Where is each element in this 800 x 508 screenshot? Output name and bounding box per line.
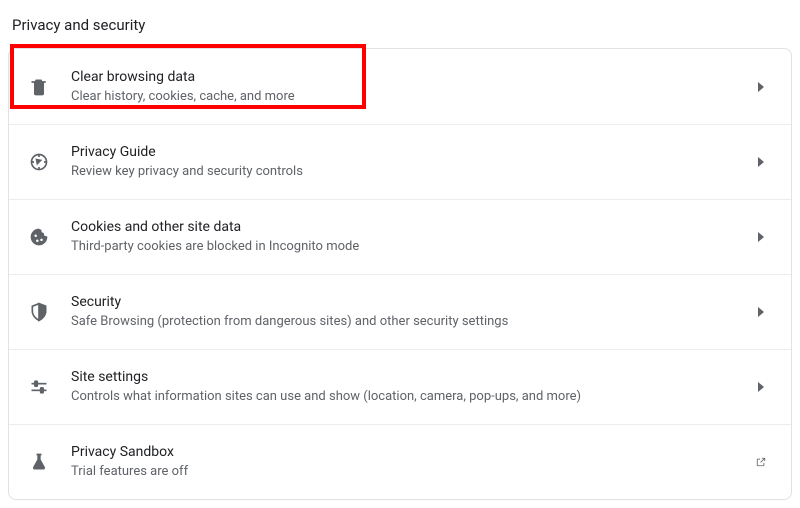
open-external-icon: [749, 457, 773, 467]
chevron-right-icon: [749, 382, 773, 392]
trash-icon: [27, 75, 51, 99]
chevron-right-icon: [749, 82, 773, 92]
row-text: Site settings Controls what information …: [71, 368, 749, 406]
row-text: Privacy Guide Review key privacy and sec…: [71, 143, 749, 181]
row-text: Cookies and other site data Third-party …: [71, 218, 749, 256]
row-subtitle: Trial features are off: [71, 463, 749, 481]
row-subtitle: Third-party cookies are blocked in Incog…: [71, 238, 749, 256]
row-title: Cookies and other site data: [71, 218, 749, 236]
row-clear-browsing-data[interactable]: Clear browsing data Clear history, cooki…: [9, 49, 791, 124]
cookie-icon: [27, 225, 51, 249]
shield-icon: [27, 300, 51, 324]
chevron-right-icon: [749, 232, 773, 242]
row-title: Site settings: [71, 368, 749, 386]
flask-icon: [27, 450, 51, 474]
row-site-settings[interactable]: Site settings Controls what information …: [9, 349, 791, 424]
row-cookies[interactable]: Cookies and other site data Third-party …: [9, 199, 791, 274]
row-title: Privacy Sandbox: [71, 443, 749, 461]
chevron-right-icon: [749, 307, 773, 317]
row-title: Security: [71, 293, 749, 311]
sliders-icon: [27, 375, 51, 399]
row-title: Privacy Guide: [71, 143, 749, 161]
row-text: Security Safe Browsing (protection from …: [71, 293, 749, 331]
compass-icon: [27, 150, 51, 174]
row-text: Clear browsing data Clear history, cooki…: [71, 68, 749, 106]
row-subtitle: Review key privacy and security controls: [71, 163, 749, 181]
row-subtitle: Controls what information sites can use …: [71, 388, 749, 406]
chevron-right-icon: [749, 157, 773, 167]
page-title: Privacy and security: [8, 10, 792, 48]
row-text: Privacy Sandbox Trial features are off: [71, 443, 749, 481]
privacy-security-card: Clear browsing data Clear history, cooki…: [8, 48, 792, 500]
row-subtitle: Safe Browsing (protection from dangerous…: [71, 313, 749, 331]
row-security[interactable]: Security Safe Browsing (protection from …: [9, 274, 791, 349]
row-title: Clear browsing data: [71, 68, 749, 86]
row-privacy-guide[interactable]: Privacy Guide Review key privacy and sec…: [9, 124, 791, 199]
row-subtitle: Clear history, cookies, cache, and more: [71, 88, 749, 106]
row-privacy-sandbox[interactable]: Privacy Sandbox Trial features are off: [9, 424, 791, 499]
